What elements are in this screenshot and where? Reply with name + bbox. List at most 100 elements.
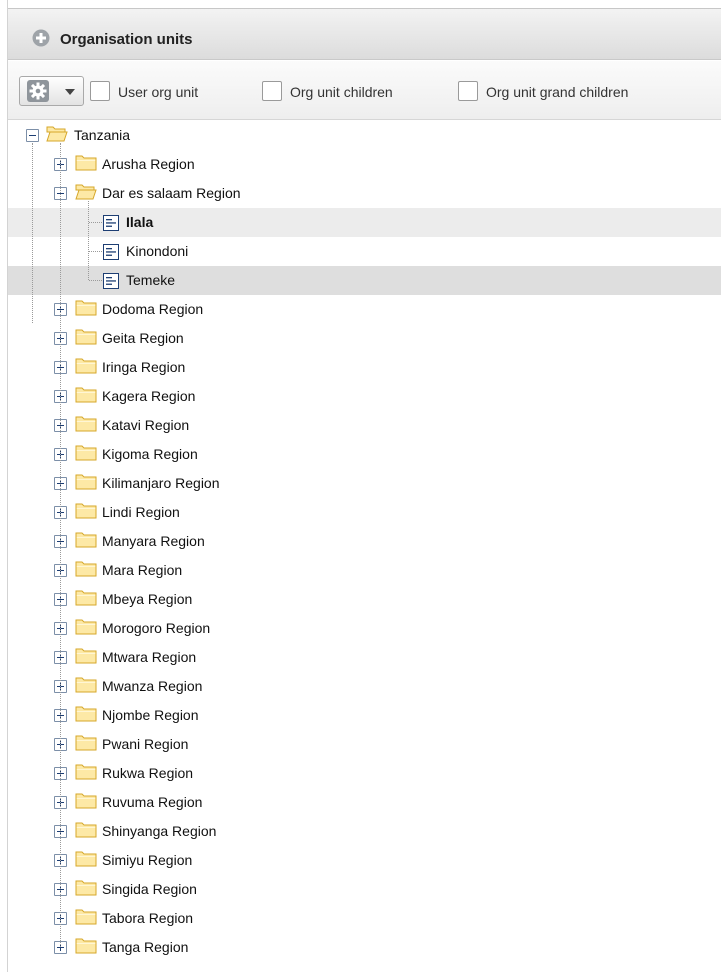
tree-connector: [32, 143, 33, 323]
tree-node-label: Kagera Region: [102, 388, 196, 404]
tree-node-label: Mara Region: [102, 562, 183, 578]
tree-node-region[interactable]: Morogoro Region: [8, 614, 721, 643]
folder-icon: [75, 155, 97, 171]
folder-open-icon: [75, 184, 97, 200]
tree-connector: [88, 201, 89, 280]
tree-node-label: Ruvuma Region: [102, 794, 203, 810]
folder-icon: [75, 416, 97, 432]
tree-connector: [89, 280, 102, 281]
tree-node-label: Arusha Region: [102, 156, 195, 172]
tree-node-label: Kigoma Region: [102, 446, 198, 462]
folder-icon: [75, 706, 97, 722]
tree-node-region[interactable]: Mbeya Region: [8, 585, 721, 614]
expand-panel-icon[interactable]: [32, 29, 50, 47]
tree-node-label: Manyara Region: [102, 533, 205, 549]
tree-node-region[interactable]: Dodoma Region: [8, 295, 721, 324]
document-icon: [103, 215, 119, 231]
folder-icon: [75, 619, 97, 635]
tree-node-label: Morogoro Region: [102, 620, 211, 636]
document-icon: [103, 244, 119, 260]
tree-node-region[interactable]: Iringa Region: [8, 353, 721, 382]
folder-icon: [75, 677, 97, 693]
toolbar: User org unit Org unit children Org unit…: [8, 61, 721, 120]
folder-icon: [75, 329, 97, 345]
tree-node-label: Mtwara Region: [102, 649, 197, 665]
tree-node-region[interactable]: Singida Region: [8, 875, 721, 904]
folder-icon: [75, 532, 97, 548]
folder-icon: [75, 387, 97, 403]
folder-open-icon: [46, 126, 68, 142]
folder-icon: [75, 909, 97, 925]
tree-connector: [60, 143, 61, 947]
tree-node-region[interactable]: Pwani Region: [8, 730, 721, 759]
tree-node-district[interactable]: Kinondoni: [8, 237, 721, 266]
tree-connector: [89, 222, 102, 223]
tree-node-region[interactable]: Lindi Region: [8, 498, 721, 527]
folder-icon: [75, 648, 97, 664]
tree-node-label: Tabora Region: [102, 910, 194, 926]
tree-node-label: Rukwa Region: [102, 765, 194, 781]
tree-node-label: Katavi Region: [102, 417, 190, 433]
tree-node-label: Lindi Region: [102, 504, 180, 520]
folder-icon: [75, 851, 97, 867]
checkbox-box[interactable]: [90, 81, 110, 101]
chevron-down-icon: [65, 89, 75, 95]
folder-icon: [75, 764, 97, 780]
tree-node-region[interactable]: Kilimanjaro Region: [8, 469, 721, 498]
folder-icon: [75, 938, 97, 954]
tree-node-region[interactable]: Shinyanga Region: [8, 817, 721, 846]
settings-menu-button[interactable]: [19, 76, 84, 106]
folder-icon: [75, 822, 97, 838]
tree-node-label: Singida Region: [102, 881, 197, 897]
tree-node-region[interactable]: Ruvuma Region: [8, 788, 721, 817]
tree-node-root[interactable]: Tanzania: [8, 121, 721, 150]
collapse-toggle-icon[interactable]: [26, 129, 39, 142]
tree-node-region[interactable]: Mtwara Region: [8, 643, 721, 672]
folder-icon: [75, 793, 97, 809]
tree-node-label: Kinondoni: [126, 243, 189, 259]
gear-icon: [27, 80, 49, 102]
tree-node-label: Iringa Region: [102, 359, 186, 375]
tree-node-label: Njombe Region: [102, 707, 199, 723]
tree-node-region[interactable]: Mara Region: [8, 556, 721, 585]
tree-node-label: Dar es salaam Region: [102, 185, 241, 201]
folder-icon: [75, 503, 97, 519]
tree-node-region[interactable]: Kigoma Region: [8, 440, 721, 469]
tree-node-label: Pwani Region: [102, 736, 189, 752]
tree-node-label: Ilala: [126, 214, 154, 230]
folder-icon: [75, 735, 97, 751]
tree-node-label: Shinyanga Region: [102, 823, 217, 839]
tree-connector: [89, 251, 102, 252]
tree-node-district[interactable]: Temeke: [8, 266, 721, 295]
tree-node-label: Temeke: [126, 272, 176, 288]
panel-header[interactable]: Organisation units: [8, 9, 721, 60]
tree-node-label: Tanga Region: [102, 939, 189, 955]
organisation-units-panel: Organisation units User org unit Org uni…: [8, 8, 721, 973]
org-unit-tree: Tanzania Arusha Region Dar es salaam Regio…: [8, 121, 721, 973]
tree-node-region[interactable]: Njombe Region: [8, 701, 721, 730]
tree-node-region[interactable]: Geita Region: [8, 324, 721, 353]
tree-node-label: Tanzania: [74, 127, 131, 143]
tree-node-label: Mbeya Region: [102, 591, 193, 607]
tree-node-region[interactable]: Dar es salaam Region: [8, 179, 721, 208]
tree-node-region[interactable]: Mwanza Region: [8, 672, 721, 701]
checkbox-label: Org unit grand children: [486, 84, 629, 100]
folder-icon: [75, 561, 97, 577]
checkbox-label: User org unit: [118, 84, 199, 100]
tree-node-label: Mwanza Region: [102, 678, 203, 694]
checkbox-box[interactable]: [458, 81, 478, 101]
folder-icon: [75, 358, 97, 374]
checkbox-box[interactable]: [262, 81, 282, 101]
tree-node-label: Simiyu Region: [102, 852, 193, 868]
tree-node-region[interactable]: Manyara Region: [8, 527, 721, 556]
tree-node-region[interactable]: Tabora Region: [8, 904, 721, 933]
tree-node-district[interactable]: Ilala: [8, 208, 721, 237]
tree-node-region[interactable]: Rukwa Region: [8, 759, 721, 788]
tree-node-region[interactable]: Kagera Region: [8, 382, 721, 411]
tree-node-region[interactable]: Tanga Region: [8, 933, 721, 962]
tree-node-region[interactable]: Arusha Region: [8, 150, 721, 179]
tree-node-region[interactable]: Katavi Region: [8, 411, 721, 440]
tree-node-label: Kilimanjaro Region: [102, 475, 220, 491]
folder-icon: [75, 590, 97, 606]
tree-node-region[interactable]: Simiyu Region: [8, 846, 721, 875]
